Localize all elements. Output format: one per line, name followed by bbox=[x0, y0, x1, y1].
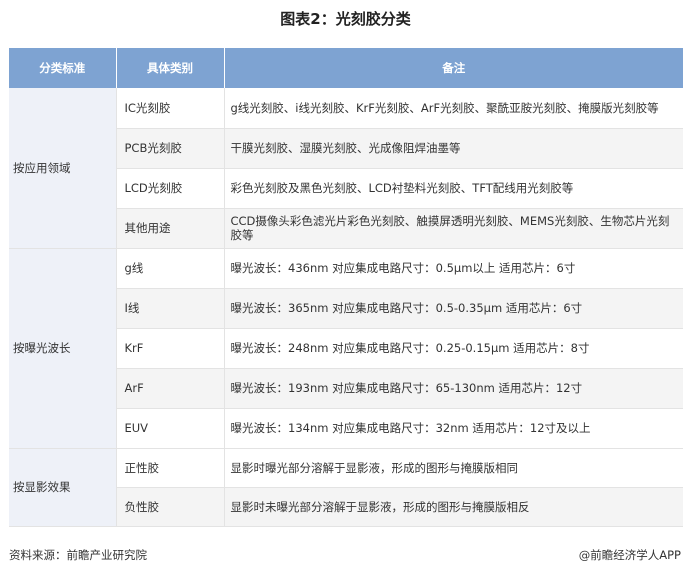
note-cell: 显影时曝光部分溶解于显影液，形成的图形与掩膜版相同 bbox=[224, 448, 683, 488]
note-cell: g线光刻胶、i线光刻胶、KrF光刻胶、ArF光刻胶、聚酰亚胺光刻胶、掩膜版光刻胶… bbox=[224, 88, 683, 129]
category-cell: LCD光刻胶 bbox=[116, 168, 225, 209]
category-cell: EUV bbox=[116, 408, 225, 449]
note-cell: CCD摄像头彩色滤光片彩色光刻胶、触摸屏透明光刻胶、MEMS光刻胶、生物芯片光刻… bbox=[224, 208, 683, 249]
category-cell: IC光刻胶 bbox=[116, 88, 225, 129]
note-cell: 显影时未曝光部分溶解于显影液，形成的图形与掩膜版相反 bbox=[224, 487, 683, 527]
category-cell: 正性胶 bbox=[116, 448, 225, 488]
group-label: 按曝光波长 bbox=[9, 248, 117, 449]
note-cell: 干膜光刻胶、湿膜光刻胶、光成像阻焊油墨等 bbox=[224, 128, 683, 169]
group-label: 按显影效果 bbox=[9, 448, 117, 527]
category-cell: KrF bbox=[116, 328, 225, 369]
header-category: 具体类别 bbox=[116, 48, 225, 88]
category-cell: PCB光刻胶 bbox=[116, 128, 225, 169]
note-cell: 曝光波长：134nm 对应集成电路尺寸：32nm 适用芯片：12寸及以上 bbox=[224, 408, 683, 449]
note-cell: 曝光波长：436nm 对应集成电路尺寸：0.5μm以上 适用芯片：6寸 bbox=[224, 248, 683, 289]
category-cell: g线 bbox=[116, 248, 225, 289]
note-cell: 曝光波长：365nm 对应集成电路尺寸：0.5-0.35μm 适用芯片：6寸 bbox=[224, 288, 683, 329]
note-cell: 曝光波长：248nm 对应集成电路尺寸：0.25-0.15μm 适用芯片：8寸 bbox=[224, 328, 683, 369]
table-row: 按曝光波长 g线 曝光波长：436nm 对应集成电路尺寸：0.5μm以上 适用芯… bbox=[9, 248, 683, 449]
category-cell: I线 bbox=[116, 288, 225, 329]
brand-caption: @前瞻经济学人APP bbox=[578, 548, 681, 562]
header-criteria: 分类标准 bbox=[9, 48, 117, 88]
source-caption: 资料来源：前瞻产业研究院 bbox=[9, 548, 147, 562]
category-cell: 负性胶 bbox=[116, 487, 225, 527]
note-cell: 曝光波长：193nm 对应集成电路尺寸：65-130nm 适用芯片：12寸 bbox=[224, 368, 683, 409]
table-row: 按应用领域 IC光刻胶 g线光刻胶、i线光刻胶、KrF光刻胶、ArF光刻胶、聚酰… bbox=[9, 88, 683, 249]
header-notes: 备注 bbox=[224, 48, 683, 88]
category-cell: ArF bbox=[116, 368, 225, 409]
note-cell: 彩色光刻胶及黑色光刻胶、LCD衬垫料光刻胶、TFT配线用光刻胶等 bbox=[224, 168, 683, 209]
table-header-row: 分类标准 具体类别 备注 bbox=[9, 48, 683, 88]
group-label: 按应用领域 bbox=[9, 88, 117, 249]
classification-table: 分类标准 具体类别 备注 按应用领域 IC光刻胶 g线光刻胶、i线光刻胶、KrF… bbox=[9, 48, 683, 527]
page-title: 图表2：光刻胶分类 bbox=[280, 10, 411, 28]
category-cell: 其他用途 bbox=[116, 208, 225, 249]
table-row: 按显影效果 正性胶 显影时曝光部分溶解于显影液，形成的图形与掩膜版相同 bbox=[9, 448, 683, 527]
